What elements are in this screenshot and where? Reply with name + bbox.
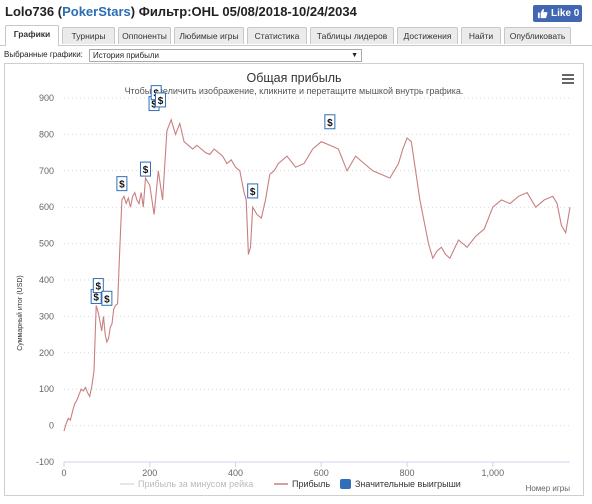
tab-publish[interactable]: Опубликовать — [504, 27, 571, 44]
hamburger-menu-icon[interactable] — [561, 72, 575, 85]
y-tick-label: 0 — [49, 421, 54, 431]
legend-label-big-wins: Значительные выигрыши — [355, 479, 461, 489]
title-bar: Lolo736 (PokerStars) Фильтр:OHL 05/08/20… — [0, 0, 592, 26]
y-axis-ticks: -100 0 100 200 300 400 500 600 700 800 900 — [36, 93, 54, 467]
legend-item-profit[interactable]: Прибыль — [274, 479, 330, 489]
x-tick-label: 200 — [142, 468, 157, 478]
dollar-sign-icon: $ — [96, 282, 102, 293]
filter-text: Фильтр:OHL 05/08/2018-10/24/2034 — [138, 4, 357, 19]
y-tick-label: 400 — [39, 275, 54, 285]
y-tick-label: 200 — [39, 348, 54, 358]
grid-lines — [64, 97, 570, 427]
facebook-like-button[interactable]: Like 0 — [533, 5, 582, 22]
legend-item-rake[interactable]: Прибыль за минусом рейка — [120, 479, 253, 489]
chevron-down-icon: ▼ — [351, 52, 358, 59]
thumbs-up-icon — [537, 5, 548, 25]
tab-charts[interactable]: Графики — [5, 25, 59, 46]
site-close-paren: ) — [130, 4, 136, 19]
y-tick-label: 800 — [39, 129, 54, 139]
graph-select-value: История прибыли — [93, 51, 159, 60]
x-tick-label: 1,000 — [482, 468, 505, 478]
profit-chart[interactable]: Общая прибыль Чтобы увеличить изображени… — [4, 63, 584, 496]
dollar-sign-icon: $ — [250, 187, 256, 198]
x-tick-label: 600 — [314, 468, 329, 478]
chart-subtitle: Чтобы увеличить изображение, кликните и … — [125, 86, 464, 96]
significant-win-marker[interactable]: $ — [154, 92, 166, 108]
dollar-sign-icon: $ — [104, 294, 110, 305]
significant-win-marker[interactable]: $ — [116, 176, 128, 192]
like-label: Like 0 — [551, 8, 580, 19]
profit-line[interactable] — [63, 118, 571, 432]
dollar-sign-icon: $ — [119, 180, 125, 191]
x-tick-label: 800 — [400, 468, 415, 478]
menu-icon-bar — [562, 74, 574, 76]
dollar-sign-icon: $ — [93, 292, 99, 303]
player-name: Lolo736 — [5, 4, 55, 19]
dollar-sign-icon: $ — [143, 165, 149, 176]
y-tick-label: -100 — [36, 457, 54, 467]
legend-item-big-wins[interactable]: Значительные выигрыши — [340, 479, 461, 489]
significant-win-marker[interactable]: $ — [139, 161, 151, 177]
significant-win-marker[interactable]: $ — [247, 183, 259, 199]
x-axis-label: Номер игры — [526, 484, 571, 493]
y-tick-label: 500 — [39, 239, 54, 249]
graph-select-label: Выбранные графики: — [4, 50, 83, 59]
x-tick-label: 400 — [228, 468, 243, 478]
legend-label-rake: Прибыль за минусом рейка — [138, 479, 253, 489]
menu-icon-bar — [562, 82, 574, 84]
site-link[interactable]: PokerStars — [62, 4, 131, 19]
legend-swatch-big-wins — [340, 479, 351, 489]
y-tick-label: 900 — [39, 93, 54, 103]
tab-tournaments[interactable]: Турниры — [62, 27, 115, 44]
y-tick-label: 300 — [39, 311, 54, 321]
x-tick-label: 0 — [61, 468, 66, 478]
y-tick-label: 600 — [39, 202, 54, 212]
dollar-sign-icon: $ — [327, 118, 333, 129]
significant-win-marker[interactable]: $ — [324, 114, 336, 130]
y-tick-label: 100 — [39, 384, 54, 394]
significant-win-marker[interactable]: $ — [92, 278, 104, 294]
x-axis-ticks: 0 200 400 600 800 1,000 — [61, 462, 504, 478]
tab-find[interactable]: Найти — [461, 27, 501, 44]
y-axis-label: Суммарный итог (USD) — [16, 275, 24, 351]
tab-statistics[interactable]: Статистика — [247, 27, 307, 44]
legend: Прибыль за минусом рейка Прибыль Значите… — [120, 479, 461, 489]
significant-wins-markers: $$$$$$$$$$ — [90, 85, 336, 306]
legend-label-profit: Прибыль — [292, 479, 330, 489]
menu-icon-bar — [562, 78, 574, 80]
tab-favorite-games[interactable]: Любимые игры — [174, 27, 244, 44]
graph-select[interactable]: История прибыли ▼ — [89, 49, 362, 62]
tab-leaderboards[interactable]: Таблицы лидеров — [310, 27, 394, 44]
dollar-sign-icon: $ — [158, 96, 164, 107]
tab-opponents[interactable]: Оппоненты — [118, 27, 171, 44]
page-title: Lolo736 (PokerStars) Фильтр:OHL 05/08/20… — [5, 4, 357, 19]
tab-achievements[interactable]: Достижения — [397, 27, 458, 44]
chart-title: Общая прибыль — [246, 71, 341, 85]
series-layer — [63, 118, 571, 432]
tab-bar: Графики Турниры Оппоненты Любимые игры С… — [0, 25, 592, 46]
significant-win-marker[interactable]: $ — [101, 290, 113, 306]
y-tick-label: 700 — [39, 166, 54, 176]
